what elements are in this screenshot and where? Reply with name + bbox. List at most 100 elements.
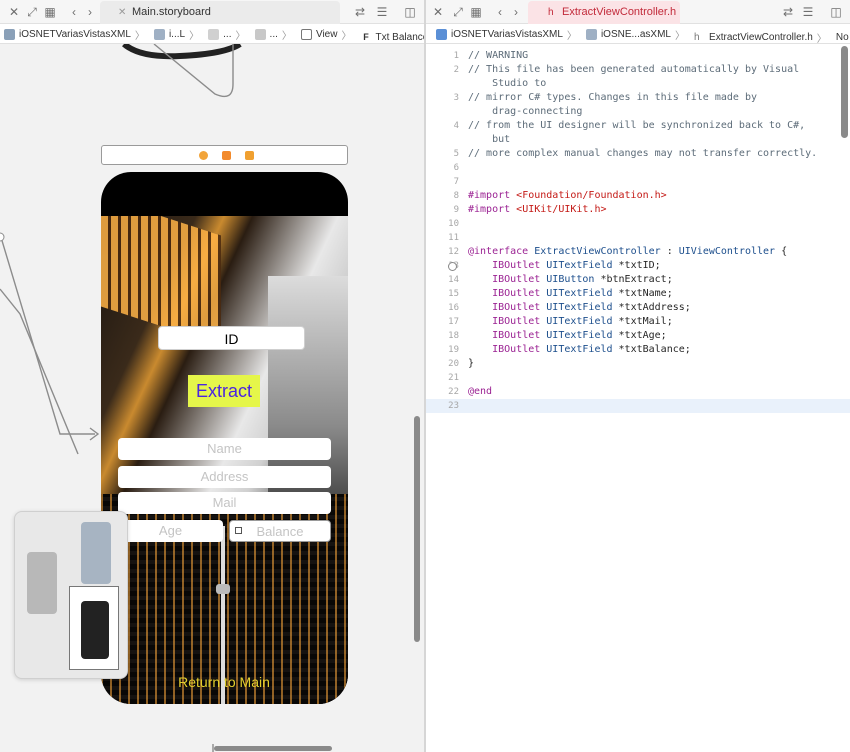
return-to-main-button[interactable]: Return to Main xyxy=(171,672,277,692)
back-arrow-icon[interactable]: ‹ xyxy=(66,4,82,20)
back-arrow-icon[interactable]: ‹ xyxy=(492,4,508,20)
id-textfield[interactable]: ID xyxy=(158,326,305,350)
lines-icon[interactable]: ☰ xyxy=(374,4,390,20)
code-line[interactable]: drag-connecting xyxy=(426,105,850,119)
code-line[interactable]: but xyxy=(426,133,850,147)
minimap-scene[interactable] xyxy=(81,522,111,584)
segue-line xyxy=(0,288,79,455)
extract-button[interactable]: Extract xyxy=(188,375,260,407)
code-line[interactable]: 5 // more complex manual changes may not … xyxy=(426,147,850,161)
tab-close-icon[interactable]: ✕ xyxy=(118,1,126,24)
breadcrumb-item[interactable]: F Txt Balance xyxy=(360,27,424,43)
scene-icon xyxy=(254,28,266,40)
code-line[interactable]: 21 xyxy=(426,371,850,385)
breadcrumb-item[interactable]: h ExtractViewController.h 〉 xyxy=(694,27,831,44)
expand-icon[interactable]: ⤢ xyxy=(24,4,40,20)
breadcrumb-item[interactable]: View 〉 xyxy=(300,24,356,43)
code-token: // more complex manual changes may not t… xyxy=(468,148,818,159)
tab-main-storyboard[interactable]: ✕ Main.storyboard xyxy=(100,1,340,24)
code-line[interactable]: 10 xyxy=(426,217,850,231)
scene-view[interactable]: ID Extract Name Address Mail Age Balance… xyxy=(101,216,348,704)
expand-icon[interactable]: ⤢ xyxy=(450,4,466,20)
code-line[interactable]: 13 IBOutlet UITextField *txtID; xyxy=(426,259,850,273)
balance-textfield[interactable]: Balance xyxy=(229,520,331,542)
breadcrumb-item[interactable]: i...L 〉 xyxy=(153,24,203,43)
age-textfield[interactable]: Age xyxy=(118,520,223,542)
code-line[interactable]: 4 // from the UI designer will be synchro… xyxy=(426,119,850,133)
storyboard-canvas[interactable]: ID Extract Name Address Mail Age Balance… xyxy=(0,44,424,752)
mail-textfield[interactable]: Mail xyxy=(118,492,331,514)
line-number: 11 xyxy=(448,233,459,243)
code-line[interactable]: 22 @end xyxy=(426,385,850,399)
code-line[interactable]: 8 #import <Foundation/Foundation.h> xyxy=(426,189,850,203)
close-icon[interactable]: ✕ xyxy=(6,4,22,20)
breadcrumb-item[interactable]: No Selection xyxy=(836,27,850,43)
code-line[interactable]: 9 #import <UIKit/UIKit.h> xyxy=(426,203,850,217)
code-token: UIViewController xyxy=(678,246,776,257)
code-line[interactable]: 19 IBOutlet UITextField *txtBalance; xyxy=(426,343,850,357)
name-textfield[interactable]: Name xyxy=(118,438,331,460)
code-token: IBOutlet xyxy=(492,316,547,327)
code-line[interactable]: Studio to xyxy=(426,77,850,91)
code-token: ExtractViewController xyxy=(534,246,661,257)
breadcrumb-item[interactable]: ... 〉 xyxy=(254,24,296,43)
code-line[interactable]: 16 IBOutlet UITextField *txtAddress; xyxy=(426,301,850,315)
tab-extract-view-controller-h[interactable]: h ExtractViewController.h xyxy=(528,1,680,24)
project-icon xyxy=(436,28,447,40)
header-file-icon: h xyxy=(548,7,554,18)
split-editor-icon[interactable]: ◫ xyxy=(828,4,844,20)
vertical-scrollbar[interactable] xyxy=(841,46,848,138)
code-line[interactable]: 20} xyxy=(426,357,850,371)
exit-icon[interactable] xyxy=(245,151,254,160)
code-line[interactable]: 6 xyxy=(426,161,850,175)
canvas-minimap[interactable] xyxy=(14,511,128,679)
code-line[interactable]: 2 // This file has been generated automat… xyxy=(426,63,850,77)
breadcrumb-item[interactable]: iOSNETVariasVistasXML 〉 xyxy=(436,24,581,43)
address-textfield[interactable]: Address xyxy=(118,466,331,488)
grid-icon[interactable]: ▦ xyxy=(42,4,58,20)
code-token: *btnExtract; xyxy=(594,274,673,285)
line-number: 1 xyxy=(453,51,459,61)
code-line[interactable]: 1 // WARNING xyxy=(426,49,850,63)
line-number: 10 xyxy=(448,219,459,229)
forward-arrow-icon[interactable]: › xyxy=(82,4,98,20)
breadcrumb-item[interactable]: ... 〉 xyxy=(208,24,249,43)
first-responder-icon[interactable] xyxy=(222,151,231,160)
refresh-icon[interactable]: ⇄ xyxy=(352,4,368,20)
code-line[interactable]: 11 xyxy=(426,231,850,245)
outlet-connection-icon[interactable] xyxy=(448,262,457,271)
code-token: UITextField xyxy=(546,288,613,299)
minimap-scene[interactable] xyxy=(27,552,57,614)
iphone-scene[interactable]: ID Extract Name Address Mail Age Balance… xyxy=(101,172,348,704)
line-number: 20 xyxy=(448,359,459,369)
breadcrumb-item[interactable]: iOSNE...asXML 〉 xyxy=(585,24,689,43)
lines-icon[interactable]: ☰ xyxy=(800,4,816,20)
code-token: *txtAge; xyxy=(612,330,667,341)
forward-arrow-icon[interactable]: › xyxy=(508,4,524,20)
vertical-scrollbar[interactable] xyxy=(414,416,420,642)
grid-icon[interactable]: ▦ xyxy=(468,4,484,20)
code-line[interactable]: 23 xyxy=(426,399,850,413)
view-controller-icon[interactable] xyxy=(199,151,208,160)
scene-dock[interactable] xyxy=(101,145,348,165)
source-code-area[interactable]: 1 // WARNING 2 // This file has been genera… xyxy=(426,44,850,752)
split-editor-icon[interactable]: ◫ xyxy=(402,4,418,20)
code-line[interactable]: 18 IBOutlet UITextField *txtAge; xyxy=(426,329,850,343)
close-icon[interactable]: ✕ xyxy=(430,4,446,20)
horizontal-scrollbar[interactable] xyxy=(214,746,332,751)
breadcrumb-item[interactable]: iOSNETVariasVistasXML 〉 xyxy=(4,24,149,43)
segue-node[interactable] xyxy=(0,232,5,242)
refresh-icon[interactable]: ⇄ xyxy=(780,4,796,20)
code-line[interactable]: 7 xyxy=(426,175,850,189)
code-token: IBOutlet xyxy=(492,344,547,355)
code-line[interactable]: 15 IBOutlet UITextField *txtName; xyxy=(426,287,850,301)
resize-handle[interactable] xyxy=(235,527,242,534)
code-line[interactable]: 14 IBOutlet UIButton *btnExtract; xyxy=(426,273,850,287)
code-line[interactable]: 12 @interface ExtractViewController : UIV… xyxy=(426,245,850,259)
minimap-viewport[interactable] xyxy=(69,586,119,670)
code-line[interactable]: 3 // mirror C# types. Changes in this fil… xyxy=(426,91,850,105)
code-line[interactable]: 17 IBOutlet UITextField *txtMail; xyxy=(426,315,850,329)
line-number: 9 xyxy=(453,205,459,215)
